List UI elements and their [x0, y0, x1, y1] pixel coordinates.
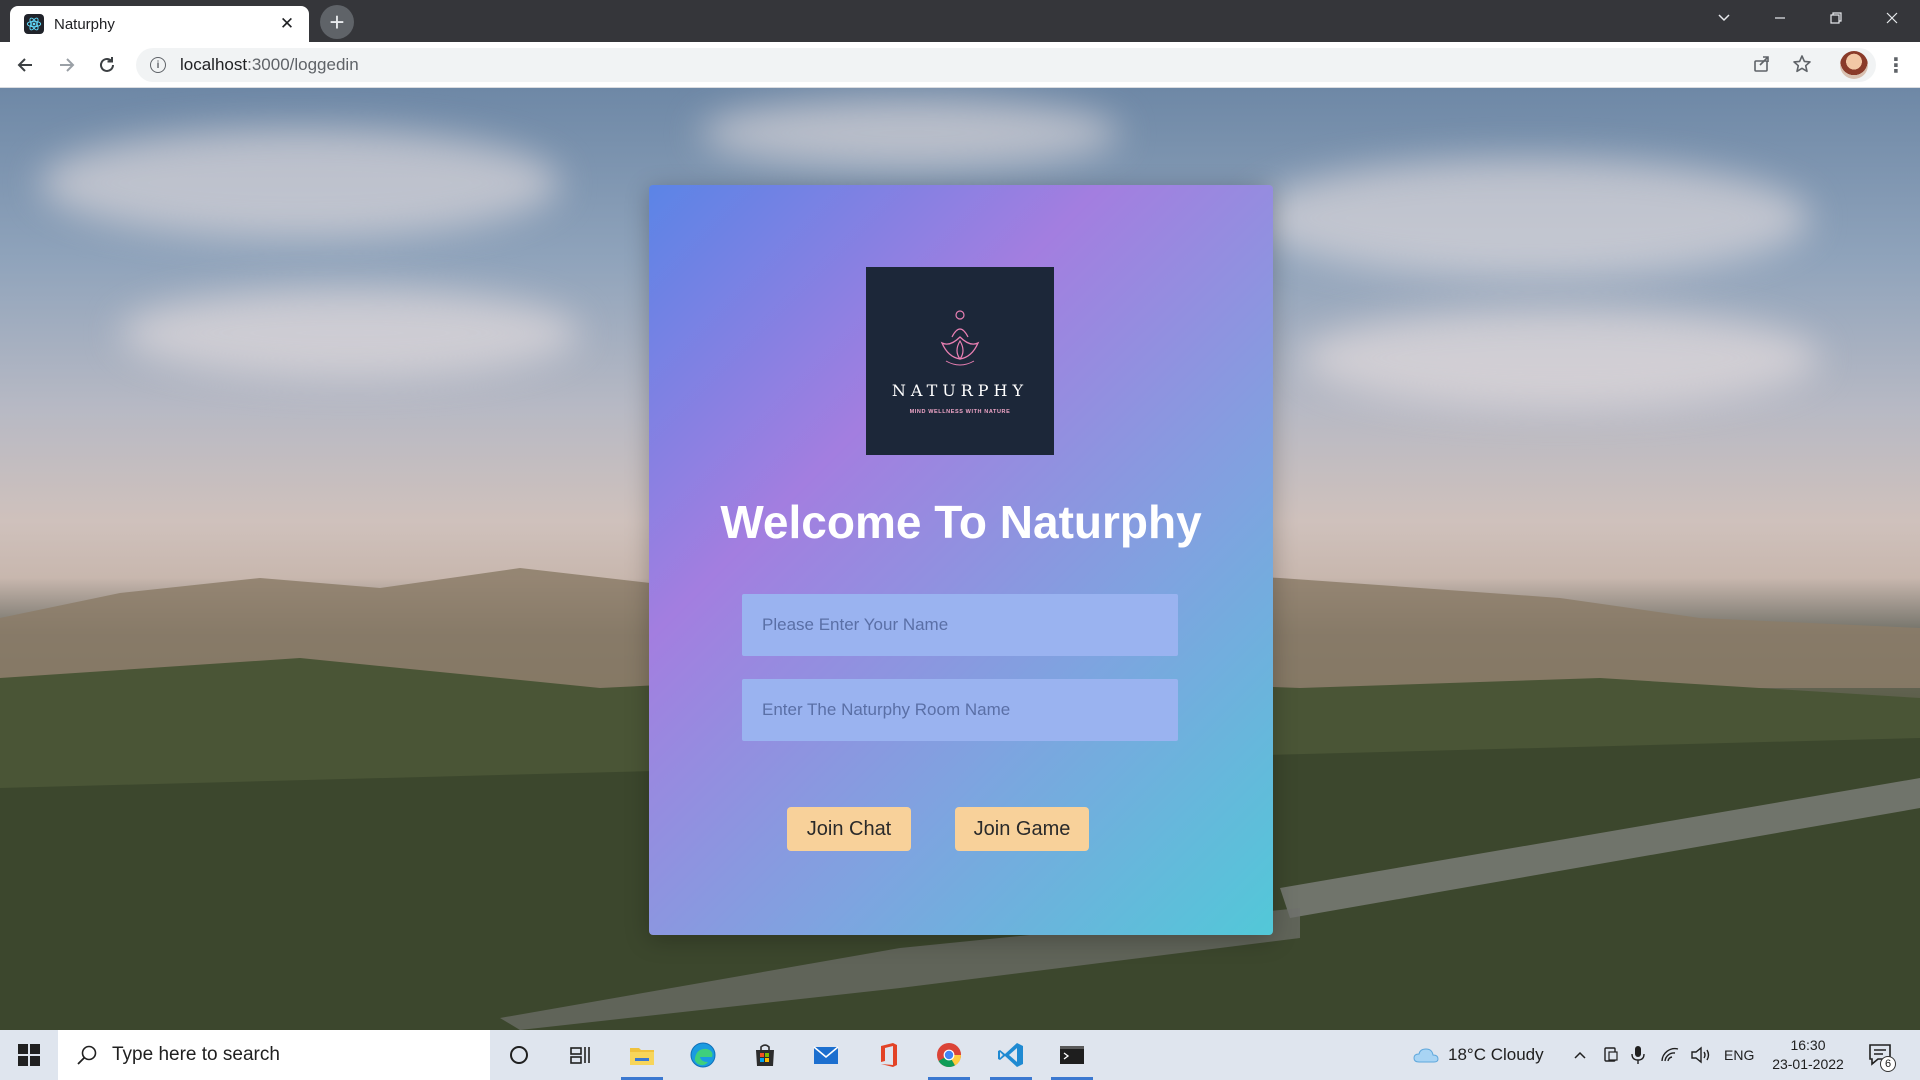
weather-text: 18°C Cloudy [1448, 1045, 1544, 1064]
join-game-button[interactable]: Join Game [955, 807, 1089, 851]
logo-tagline: MIND WELLNESS WITH NATURE [909, 409, 1011, 415]
room-name-input[interactable] [742, 679, 1178, 741]
cortana-icon[interactable] [490, 1030, 548, 1080]
share-icon[interactable] [1748, 50, 1776, 78]
office-icon[interactable] [859, 1030, 917, 1080]
logo-name: NATURPHY [891, 381, 1029, 400]
vscode-icon[interactable] [982, 1030, 1040, 1080]
device-icon[interactable] [1602, 1030, 1620, 1080]
search-icon [77, 1045, 97, 1065]
browser-tab-bar: Naturphy ✕ + [0, 0, 1920, 42]
show-hidden-icons-chevron-icon[interactable] [1572, 1030, 1588, 1080]
system-clock[interactable]: 16:30 23-01-2022 [1760, 1036, 1856, 1074]
edge-icon[interactable] [674, 1030, 732, 1080]
windows-start-icon[interactable] [0, 1030, 58, 1080]
tab-title: Naturphy [54, 15, 115, 33]
weather-widget[interactable]: 18°C Cloudy [1412, 1030, 1544, 1080]
tab-close-icon[interactable]: ✕ [277, 14, 297, 34]
address-bar[interactable]: i localhost:3000/loggedin [136, 48, 1876, 82]
reload-icon[interactable] [91, 49, 123, 81]
join-chat-button[interactable]: Join Chat [787, 807, 911, 851]
close-window-icon[interactable] [1864, 0, 1920, 36]
search-placeholder: Type here to search [112, 1044, 280, 1065]
browser-toolbar: i localhost:3000/loggedin ⋮ [0, 42, 1920, 88]
join-card: NATURPHY MIND WELLNESS WITH NATURE Welco… [649, 185, 1273, 935]
volume-icon[interactable] [1690, 1030, 1712, 1080]
welcome-heading: Welcome To Naturphy [720, 496, 1202, 548]
browser-tab[interactable]: Naturphy ✕ [10, 6, 309, 42]
cloud-weather-icon [1413, 1048, 1439, 1063]
store-icon[interactable] [736, 1030, 794, 1080]
url-host: localhost [180, 55, 248, 74]
browser-menu-icon[interactable]: ⋮ [1882, 49, 1910, 81]
minimize-icon[interactable] [1752, 0, 1808, 36]
url-path: :3000/loggedin [247, 55, 359, 74]
bookmark-star-icon[interactable] [1788, 50, 1816, 78]
page-viewport: NATURPHY MIND WELLNESS WITH NATURE Welco… [0, 88, 1920, 1030]
naturphy-logo: NATURPHY MIND WELLNESS WITH NATURE [866, 267, 1054, 455]
clock-time: 16:30 [1790, 1037, 1826, 1053]
taskbar-search[interactable]: Type here to search [58, 1030, 490, 1080]
back-icon[interactable] [10, 49, 42, 81]
site-info-icon[interactable]: i [150, 57, 166, 73]
forward-icon[interactable] [50, 49, 82, 81]
wifi-icon[interactable] [1660, 1030, 1680, 1080]
lotus-meditation-icon [940, 310, 980, 366]
terminal-icon[interactable] [1043, 1030, 1101, 1080]
taskbar: Type here to search 18°C Cloudy ENG 16:3… [0, 1030, 1920, 1080]
clock-date: 23-01-2022 [1772, 1056, 1844, 1072]
profile-avatar[interactable] [1840, 51, 1868, 79]
react-favicon-icon [24, 14, 44, 34]
file-explorer-icon[interactable] [613, 1030, 671, 1080]
tab-search-chevron-icon[interactable] [1696, 0, 1752, 36]
task-view-icon[interactable] [551, 1030, 609, 1080]
microphone-icon[interactable] [1630, 1030, 1646, 1080]
mail-icon[interactable] [797, 1030, 855, 1080]
restore-icon[interactable] [1808, 0, 1864, 36]
name-input[interactable] [742, 594, 1178, 656]
notification-count-badge: 6 [1880, 1056, 1896, 1072]
chrome-icon[interactable] [920, 1030, 978, 1080]
new-tab-button[interactable]: + [320, 5, 354, 39]
language-indicator[interactable]: ENG [1724, 1030, 1754, 1080]
